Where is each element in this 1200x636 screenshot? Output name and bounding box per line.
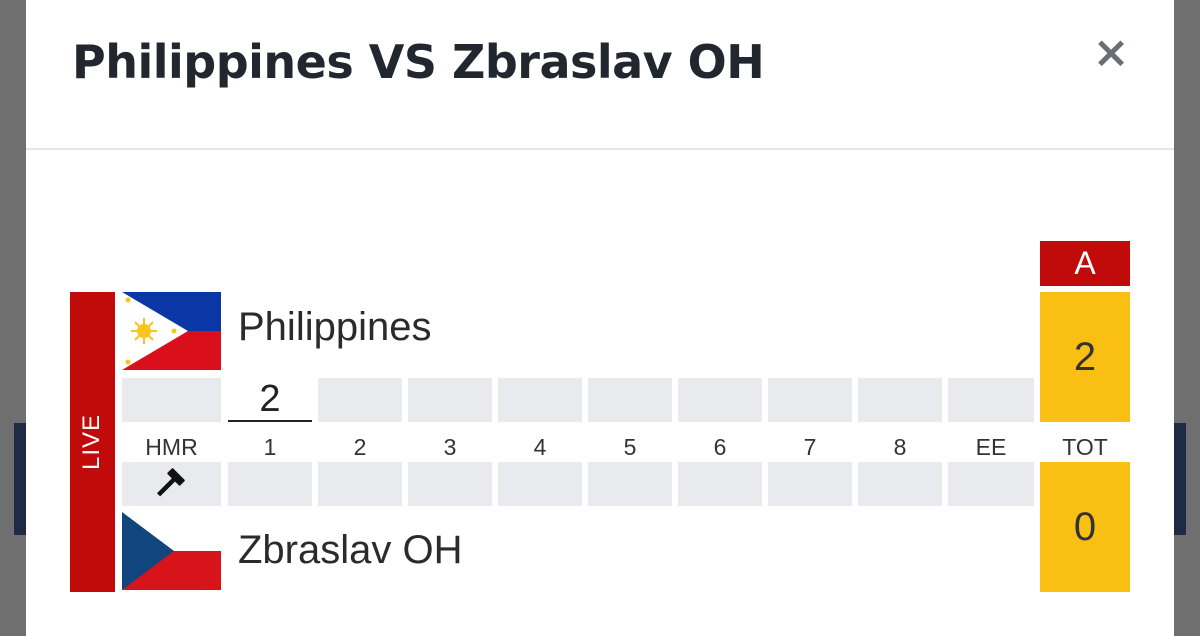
column-label-end: 7 [803, 434, 817, 460]
column-label-end: 8 [893, 434, 907, 460]
column-label-total: TOT [1062, 434, 1108, 460]
close-button[interactable]: × [1090, 30, 1132, 76]
header-divider [26, 148, 1174, 150]
end-score-cell [588, 462, 672, 506]
extra-end-cell [948, 462, 1034, 506]
total-score-bottom: 0 [1040, 462, 1130, 592]
column-label-end: 3 [443, 434, 457, 460]
column-label-end: 6 [713, 434, 727, 460]
column-label-end: 2 [353, 434, 367, 460]
end-score-cell [408, 378, 492, 422]
end-score-cell [678, 378, 762, 422]
end-score-cell [498, 378, 582, 422]
set-badge: A [1040, 241, 1130, 286]
background-strip-right [1174, 423, 1186, 535]
end-score-cell [228, 462, 312, 506]
hammer-cell-top [122, 378, 221, 422]
end-score-cell [858, 462, 942, 506]
end-score-cell [858, 378, 942, 422]
team-top-name: Philippines [238, 305, 432, 349]
background-strip-left [14, 423, 26, 535]
end-score-cell [588, 378, 672, 422]
total-score-top: 2 [1040, 292, 1130, 422]
column-label-end: 1 [263, 434, 277, 460]
live-badge: LIVE [70, 292, 115, 592]
hammer-icon [156, 468, 185, 497]
column-label-end: 4 [533, 434, 547, 460]
end-score-cell [678, 462, 762, 506]
czech-flag-icon [122, 512, 221, 590]
end-score-cell [768, 378, 852, 422]
end-score-cell [318, 378, 402, 422]
end-score-cell [318, 462, 402, 506]
end-score-cell [408, 462, 492, 506]
column-label-extra-end: EE [975, 434, 1007, 460]
team-bottom-name: Zbraslav OH [238, 528, 463, 572]
end-score-cell: 2 [228, 378, 312, 422]
column-label-end: 5 [623, 434, 637, 460]
end-score-cell [768, 462, 852, 506]
extra-end-cell [948, 378, 1034, 422]
modal-title: Philippines VS Zbraslav OH [72, 35, 765, 89]
live-label: LIVE [78, 413, 106, 471]
philippines-flag-icon [122, 292, 221, 370]
end-score-cell [498, 462, 582, 506]
column-label-hmr: HMR [145, 434, 198, 460]
